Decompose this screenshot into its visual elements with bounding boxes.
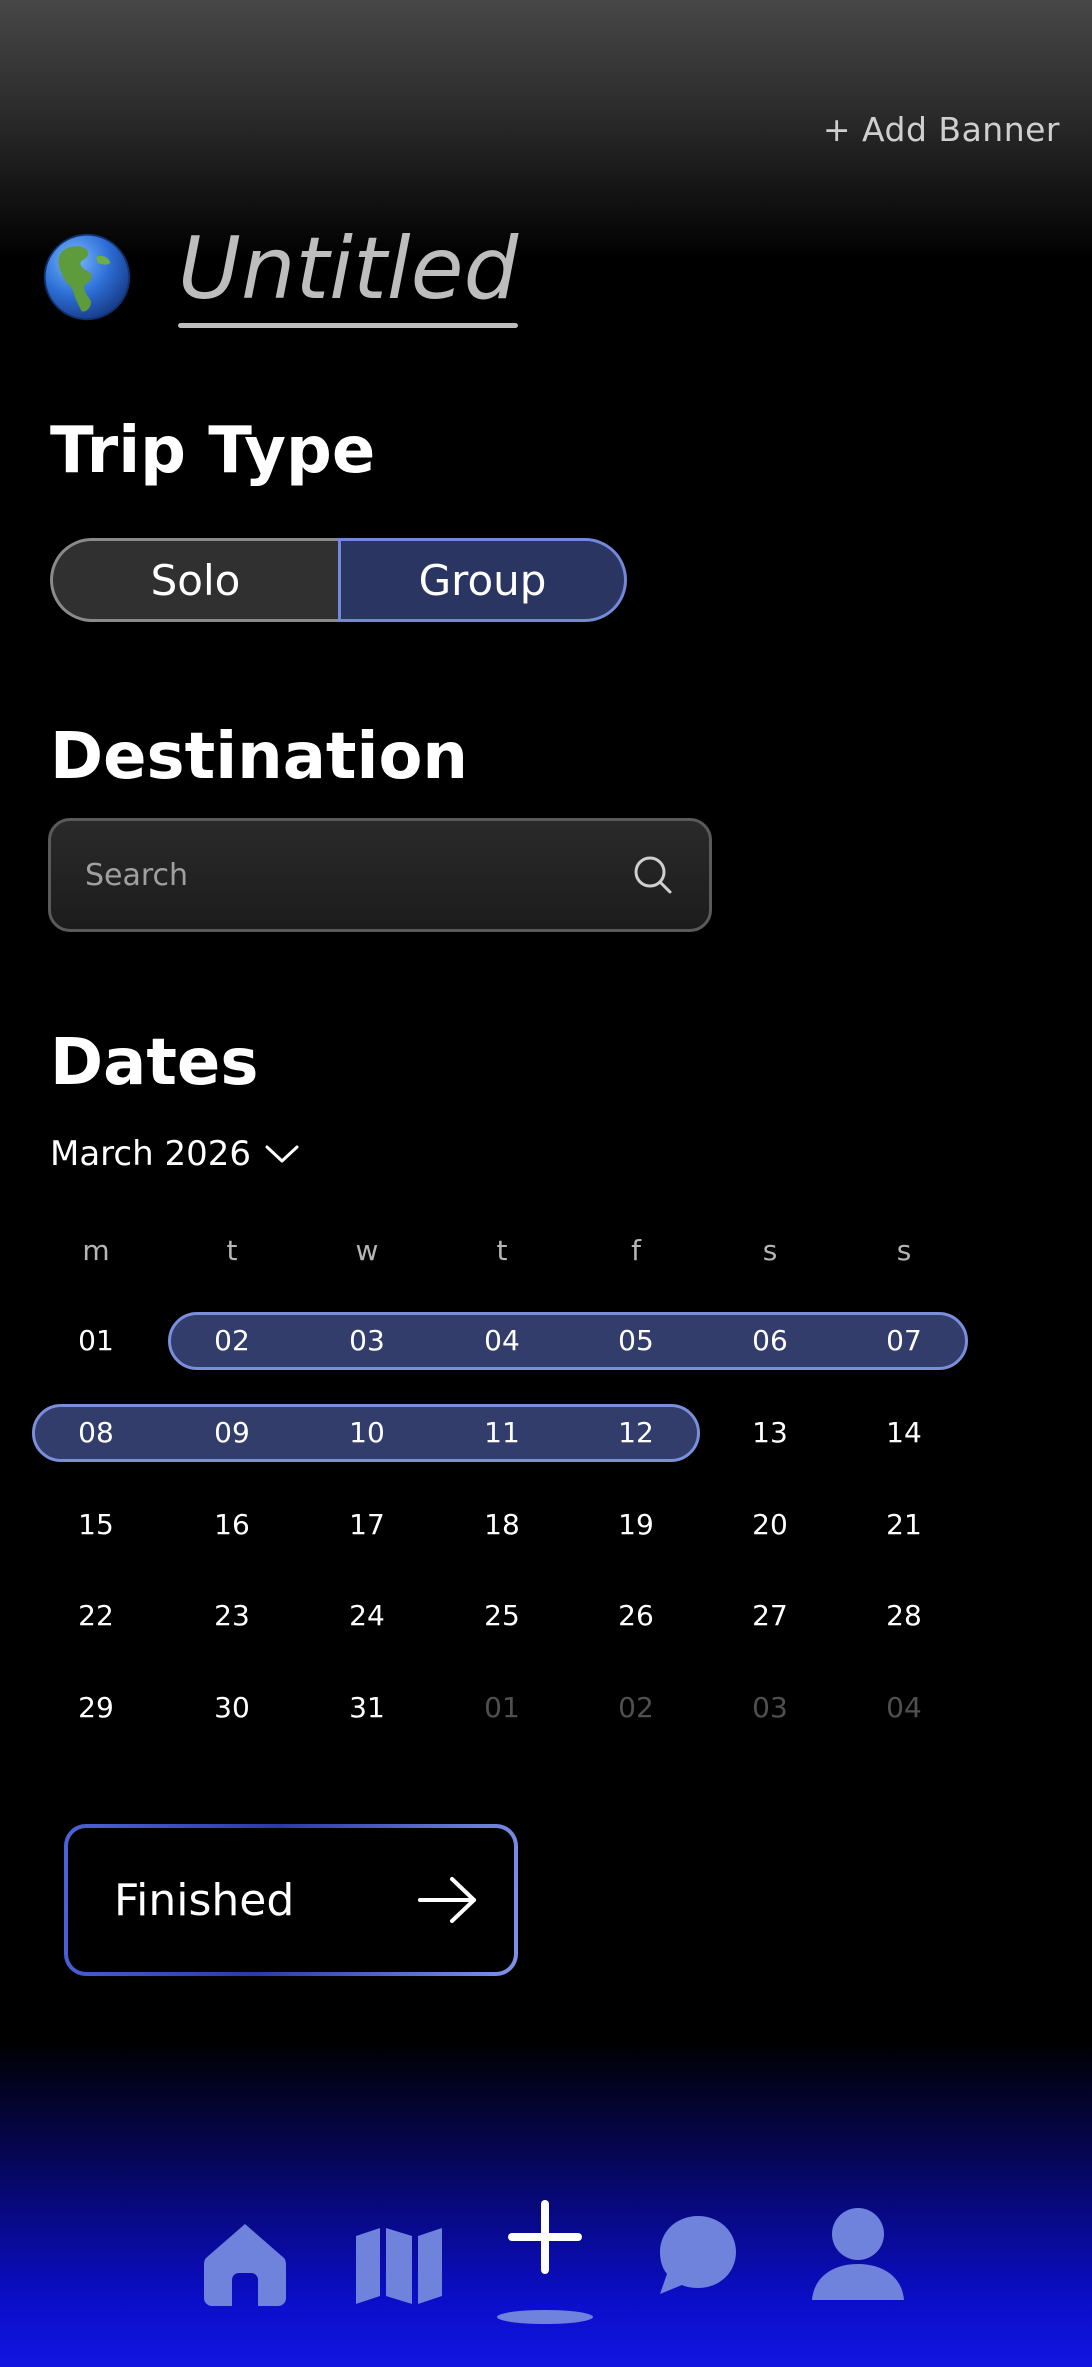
solo-option[interactable]: Solo (50, 538, 338, 622)
map-icon[interactable] (354, 2226, 444, 2306)
active-nav-indicator (497, 2310, 593, 2324)
calendar-day[interactable]: 24 (332, 1591, 402, 1641)
calendar-day[interactable]: 11 (467, 1408, 537, 1458)
home-icon[interactable] (200, 2218, 290, 2308)
calendar-day[interactable]: 21 (869, 1500, 939, 1550)
title-underline (178, 323, 518, 328)
calendar-day[interactable]: 30 (197, 1683, 267, 1733)
search-icon[interactable] (631, 853, 675, 897)
group-option[interactable]: Group (338, 538, 627, 622)
calendar-day[interactable]: 14 (869, 1408, 939, 1458)
weekday-label: m (82, 1234, 110, 1267)
calendar-day[interactable]: 31 (332, 1683, 402, 1733)
trip-editor-screen: + Add Banner Untitled Trip Type Solo Gro… (0, 0, 1092, 2367)
arrow-right-icon (418, 1877, 476, 1923)
calendar-day[interactable]: 04 (467, 1316, 537, 1366)
weekday-label: t (496, 1234, 508, 1267)
trip-type-heading: Trip Type (50, 414, 376, 488)
calendar-day[interactable]: 15 (61, 1500, 131, 1550)
trip-title[interactable]: Untitled (178, 222, 518, 317)
calendar-day[interactable]: 28 (869, 1591, 939, 1641)
calendar-day[interactable]: 27 (735, 1591, 805, 1641)
calendar-day[interactable]: 22 (61, 1591, 131, 1641)
weekday-label: t (226, 1234, 238, 1267)
calendar-day[interactable]: 01 (467, 1683, 537, 1733)
weekday-label: s (896, 1234, 912, 1267)
calendar-day[interactable]: 19 (601, 1500, 671, 1550)
add-icon[interactable] (508, 2200, 582, 2274)
weekday-label: s (762, 1234, 778, 1267)
calendar-day[interactable]: 23 (197, 1591, 267, 1641)
calendar-day[interactable]: 02 (601, 1683, 671, 1733)
calendar-day[interactable]: 20 (735, 1500, 805, 1550)
calendar-day[interactable]: 07 (869, 1316, 939, 1366)
calendar-day[interactable]: 05 (601, 1316, 671, 1366)
finished-button-inner: Finished (68, 1828, 514, 1972)
selected-date-range (168, 1312, 968, 1370)
calendar-day[interactable]: 06 (735, 1316, 805, 1366)
trip-type-toggle: Solo Group (50, 538, 627, 622)
add-banner-button[interactable]: + Add Banner (823, 110, 1060, 149)
calendar-day[interactable]: 16 (197, 1500, 267, 1550)
month-selector[interactable]: March 2026 (50, 1134, 299, 1174)
search-input[interactable] (85, 857, 631, 893)
calendar-day[interactable]: 08 (61, 1408, 131, 1458)
calendar-day[interactable]: 26 (601, 1591, 671, 1641)
calendar-day[interactable]: 03 (735, 1683, 805, 1733)
calendar-day[interactable]: 04 (869, 1683, 939, 1733)
profile-icon[interactable] (810, 2206, 906, 2302)
calendar-day[interactable]: 25 (467, 1591, 537, 1641)
calendar-day[interactable]: 01 (61, 1316, 131, 1366)
calendar-day[interactable]: 10 (332, 1408, 402, 1458)
calendar-day[interactable]: 18 (467, 1500, 537, 1550)
calendar-day[interactable]: 09 (197, 1408, 267, 1458)
chevron-down-icon (265, 1145, 299, 1163)
finished-label: Finished (114, 1874, 295, 1926)
weekday-label: f (631, 1234, 641, 1267)
destination-search (48, 818, 712, 932)
calendar-day[interactable]: 03 (332, 1316, 402, 1366)
chat-icon[interactable] (654, 2212, 738, 2296)
calendar-day[interactable]: 12 (601, 1408, 671, 1458)
weekday-label: w (355, 1234, 379, 1267)
calendar-day[interactable]: 13 (735, 1408, 805, 1458)
month-label: March 2026 (50, 1134, 251, 1174)
destination-heading: Destination (50, 720, 468, 794)
globe-americas-icon[interactable] (42, 232, 132, 322)
calendar-day[interactable]: 29 (61, 1683, 131, 1733)
calendar-day[interactable]: 02 (197, 1316, 267, 1366)
finished-button[interactable]: Finished (64, 1824, 518, 1976)
calendar-day[interactable]: 17 (332, 1500, 402, 1550)
dates-heading: Dates (50, 1026, 259, 1100)
